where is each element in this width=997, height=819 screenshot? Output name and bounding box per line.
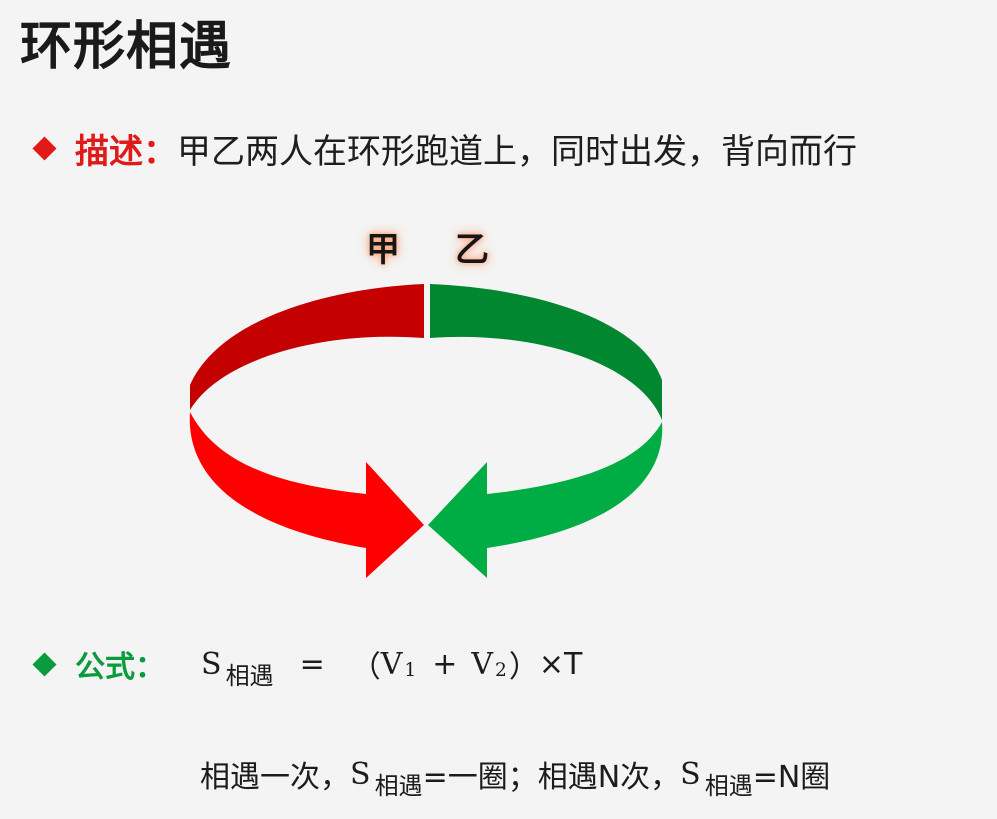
note-s-1: S [350, 756, 371, 792]
green-diamond-bullet-icon [32, 651, 57, 677]
formula-close-paren: ） [508, 650, 539, 685]
note-part1: 相遇一次， [200, 760, 350, 795]
formula-v2: V [471, 646, 494, 682]
runner-a-back-arc [190, 284, 424, 410]
note-part3: 相遇N次， [537, 760, 681, 795]
runner-b-front-arrow [428, 422, 663, 578]
formula-label: 公式： [75, 650, 165, 685]
formula-v2-subscript: 2 [495, 660, 507, 681]
formula-row: 公式： S 相遇 = （ V 1 + V 2 ） ×T [30, 642, 583, 690]
note-s-2: S [680, 756, 701, 792]
note-part2: =一圈； [422, 760, 538, 795]
formula-v1-subscript: 1 [404, 660, 417, 681]
formula-equals: = [299, 646, 325, 682]
runner-b-back-arc [430, 284, 662, 420]
formula-open-paren: （ [350, 650, 381, 685]
formula-s: S [201, 646, 222, 682]
note-s-1-subscript: 相遇 [374, 771, 423, 800]
formula-plus: + [432, 646, 458, 682]
note-s-2-subscript: 相遇 [704, 771, 753, 800]
note-part4: =N圈 [752, 760, 831, 795]
meeting-note-row: 相遇一次， S 相遇 =一圈； 相遇N次， S 相遇 =N圈 [200, 752, 831, 800]
formula-s-subscript: 相遇 [225, 661, 274, 690]
formula-v1: V [380, 646, 403, 682]
runner-a-front-arrow [189, 412, 424, 578]
formula-times-t: ×T [538, 646, 583, 682]
circular-track-diagram [189, 284, 663, 578]
